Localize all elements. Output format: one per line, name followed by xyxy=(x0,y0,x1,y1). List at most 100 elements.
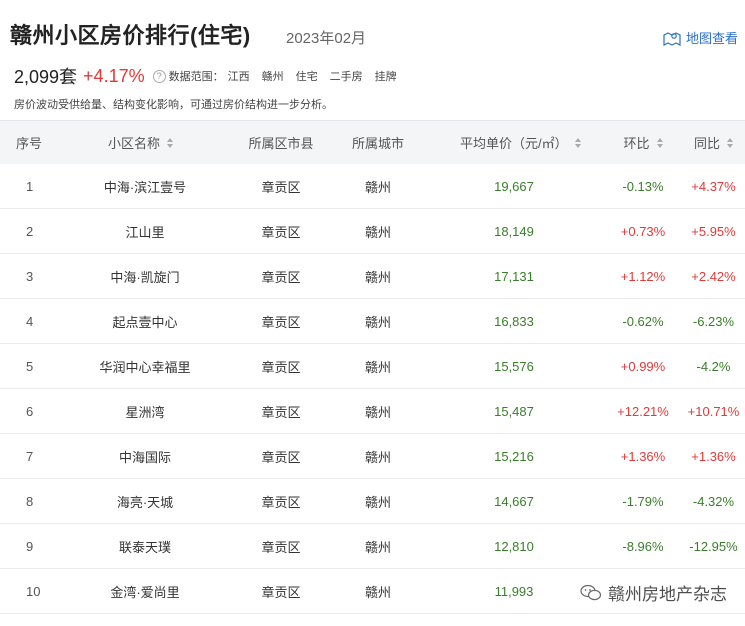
listing-count: 2,099套 xyxy=(14,67,78,87)
row-name[interactable]: 中海·凯旋门 xyxy=(60,267,230,286)
row-yoy: +4.37% xyxy=(691,178,736,194)
row-name[interactable]: 华润中心幸福里 xyxy=(60,357,230,376)
scope-type: 住宅 xyxy=(295,71,318,83)
row-district: 章贡区 xyxy=(261,179,301,195)
scope-source: 挂牌 xyxy=(374,71,397,83)
sort-arrows-icon[interactable] xyxy=(656,137,663,148)
col-price-label: 平均单价（元/㎡） xyxy=(460,136,568,151)
price-change: +4.17% xyxy=(83,65,145,86)
col-yoy-label: 同比 xyxy=(693,136,720,151)
row-district: 章贡区 xyxy=(261,584,301,600)
row-price: 15,487 xyxy=(494,403,534,419)
sort-arrows-icon[interactable] xyxy=(167,137,174,148)
row-price: 11,993 xyxy=(494,583,534,599)
row-rank: 8 xyxy=(26,493,34,509)
page-header: 赣州小区房价排行(住宅) 2023年02月 地图查看 xyxy=(10,18,740,54)
table-row[interactable]: 9 联泰天璞 章贡区 赣州 12,810 -8.96% -12.95% xyxy=(0,524,745,569)
row-price: 19,667 xyxy=(494,178,534,194)
row-rank: 7 xyxy=(26,448,34,464)
row-price: 12,810 xyxy=(494,538,534,554)
col-yoy[interactable]: 同比 xyxy=(682,133,745,152)
summary-note: 房价波动受供给量、结构变化影响，可通过房价结构进一步分析。 xyxy=(14,99,333,111)
col-name-label: 小区名称 xyxy=(108,136,161,151)
row-rank: 4 xyxy=(26,313,34,329)
col-mom[interactable]: 环比 xyxy=(604,133,682,152)
col-name[interactable]: 小区名称 xyxy=(60,133,230,152)
row-name[interactable]: 联泰天璞 xyxy=(60,537,230,556)
scope-label: 数据范围： xyxy=(168,71,224,83)
sort-arrows-icon[interactable] xyxy=(574,137,581,148)
row-city: 赣州 xyxy=(364,359,391,375)
sort-arrows-icon[interactable] xyxy=(727,137,733,148)
table-row[interactable]: 5 华润中心幸福里 章贡区 赣州 15,576 +0.99% -4.2% xyxy=(0,344,745,389)
row-city: 赣州 xyxy=(364,224,391,240)
row-rank: 2 xyxy=(26,223,34,239)
table-row[interactable]: 8 海亮·天城 章贡区 赣州 14,667 -1.79% -4.32% xyxy=(0,479,745,524)
row-name[interactable]: 海亮·天城 xyxy=(60,492,230,511)
table-header: 序号 小区名称 所属区市县 所属城市 平均单价（元/㎡） 环比 同比 xyxy=(0,120,745,164)
row-district: 章贡区 xyxy=(261,539,301,555)
row-price: 15,576 xyxy=(494,358,534,374)
table-row[interactable]: 4 起点壹中心 章贡区 赣州 16,833 -0.62% -6.23% xyxy=(0,299,745,344)
row-yoy: +10.71% xyxy=(687,403,740,419)
row-name[interactable]: 星洲湾 xyxy=(60,402,230,421)
row-district: 章贡区 xyxy=(261,494,301,510)
col-rank: 序号 xyxy=(16,136,43,151)
period-label: 2023年02月 xyxy=(286,30,367,47)
row-city: 赣州 xyxy=(364,179,391,195)
row-yoy: +1.36% xyxy=(691,448,736,464)
row-rank: 3 xyxy=(26,268,34,284)
row-mom: +1.36% xyxy=(620,448,666,464)
row-mom: -8.96% xyxy=(622,538,664,554)
map-view-label: 地图查看 xyxy=(685,31,738,46)
row-rank: 5 xyxy=(26,358,34,374)
table-row[interactable]: 1 中海·滨江壹号 章贡区 赣州 19,667 -0.13% +4.37% xyxy=(0,164,745,209)
table-row[interactable]: 7 中海国际 章贡区 赣州 15,216 +1.36% +1.36% xyxy=(0,434,745,479)
row-city: 赣州 xyxy=(364,404,391,420)
row-mom: +12.21% xyxy=(617,403,669,419)
row-name[interactable]: 起点壹中心 xyxy=(60,312,230,331)
row-city: 赣州 xyxy=(364,494,391,510)
col-mom-label: 环比 xyxy=(623,136,650,151)
col-city: 所属城市 xyxy=(351,136,404,151)
table-row[interactable]: 10 金湾·爱尚里 章贡区 赣州 11,993 xyxy=(0,569,745,614)
row-city: 赣州 xyxy=(364,449,391,465)
row-price: 14,667 xyxy=(494,493,534,509)
map-pin-icon xyxy=(663,31,681,46)
row-city: 赣州 xyxy=(364,269,391,285)
row-name[interactable]: 金湾·爱尚里 xyxy=(60,582,230,601)
table-row[interactable]: 3 中海·凯旋门 章贡区 赣州 17,131 +1.12% +2.42% xyxy=(0,254,745,299)
table-row[interactable]: 2 江山里 章贡区 赣州 18,149 +0.73% +5.95% xyxy=(0,209,745,254)
row-district: 章贡区 xyxy=(261,269,301,285)
row-district: 章贡区 xyxy=(261,404,301,420)
row-yoy: +2.42% xyxy=(691,268,736,284)
row-price: 18,149 xyxy=(494,223,534,239)
table-row[interactable]: 6 星洲湾 章贡区 赣州 15,487 +12.21% +10.71% xyxy=(0,389,745,434)
row-district: 章贡区 xyxy=(261,224,301,240)
row-district: 章贡区 xyxy=(261,359,301,375)
row-yoy: -4.2% xyxy=(696,358,731,374)
row-name[interactable]: 江山里 xyxy=(60,222,230,241)
row-price: 17,131 xyxy=(494,268,534,284)
scope-city: 赣州 xyxy=(261,71,284,83)
row-rank: 6 xyxy=(26,403,34,419)
summary-bar: 2,099套 +4.17% ? 数据范围： 江西 赣州 住宅 二手房 挂牌 xyxy=(14,64,397,88)
row-yoy: +5.95% xyxy=(691,223,736,239)
row-name[interactable]: 中海国际 xyxy=(60,447,230,466)
row-name[interactable]: 中海·滨江壹号 xyxy=(60,177,230,196)
question-mark-icon[interactable]: ? xyxy=(152,69,166,83)
row-rank: 10 xyxy=(26,583,41,599)
row-yoy: -6.23% xyxy=(692,313,735,329)
scope-market: 二手房 xyxy=(329,71,363,83)
row-district: 章贡区 xyxy=(261,449,301,465)
row-mom: -0.62% xyxy=(622,313,664,329)
col-price[interactable]: 平均单价（元/㎡） xyxy=(424,133,604,152)
row-yoy: -12.95% xyxy=(689,538,738,554)
row-rank: 9 xyxy=(26,538,34,554)
map-view-link[interactable]: 地图查看 xyxy=(663,28,738,47)
row-mom: -1.79% xyxy=(622,493,664,509)
row-mom: +1.12% xyxy=(620,268,666,284)
row-mom: +0.73% xyxy=(620,223,666,239)
row-city: 赣州 xyxy=(364,539,391,555)
col-district: 所属区市县 xyxy=(248,136,314,151)
